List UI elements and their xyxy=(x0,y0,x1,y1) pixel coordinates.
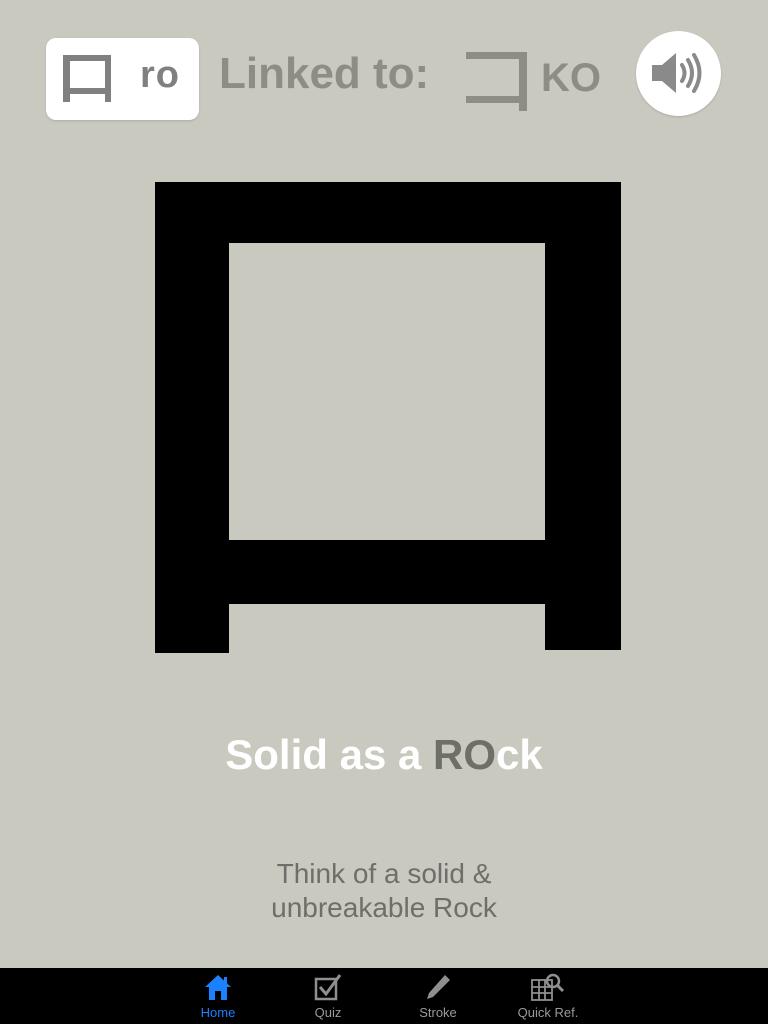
ro-character-large xyxy=(155,182,621,653)
mnemonic-suffix: ck xyxy=(496,731,543,778)
tab-stroke-label: Stroke xyxy=(419,1005,457,1020)
tab-stroke[interactable]: Stroke xyxy=(393,968,483,1024)
flashcard-screen: ro Linked to: KO Solid as a ROck Think o… xyxy=(0,0,768,1024)
tab-quiz-label: Quiz xyxy=(314,1005,342,1020)
tab-home-label: Home xyxy=(200,1005,236,1020)
play-sound-button[interactable] xyxy=(636,31,721,116)
mnemonic-phrase: Solid as a ROck xyxy=(0,730,768,780)
mnemonic-prefix: Solid as a xyxy=(225,731,434,778)
linked-romaji[interactable]: KO xyxy=(541,58,601,98)
current-romaji: ro xyxy=(140,54,180,96)
tab-quick-ref[interactable]: Quick Ref. xyxy=(503,968,593,1024)
current-character-card[interactable]: ro xyxy=(46,38,199,120)
mnemonic-hint: Think of a solid & unbreakable Rock xyxy=(0,857,768,925)
tab-quiz[interactable]: Quiz xyxy=(283,968,373,1024)
hint-line-2: unbreakable Rock xyxy=(271,892,497,923)
ro-character-icon xyxy=(63,55,111,102)
tab-home[interactable]: Home xyxy=(173,968,263,1024)
mnemonic-highlight: RO xyxy=(433,731,497,778)
tab-quick-ref-label: Quick Ref. xyxy=(517,1005,579,1020)
hint-line-1: Think of a solid & xyxy=(276,858,492,889)
checkbox-icon xyxy=(314,974,342,1001)
pencil-icon xyxy=(427,975,450,999)
home-icon xyxy=(205,975,231,1000)
linked-to-label: Linked to: xyxy=(219,49,430,98)
speaker-icon xyxy=(652,53,702,93)
tab-bar: Home Quiz Stroke Quick Ref. xyxy=(0,968,768,1024)
ko-character-icon[interactable] xyxy=(464,50,530,112)
grid-search-icon xyxy=(531,973,565,1001)
